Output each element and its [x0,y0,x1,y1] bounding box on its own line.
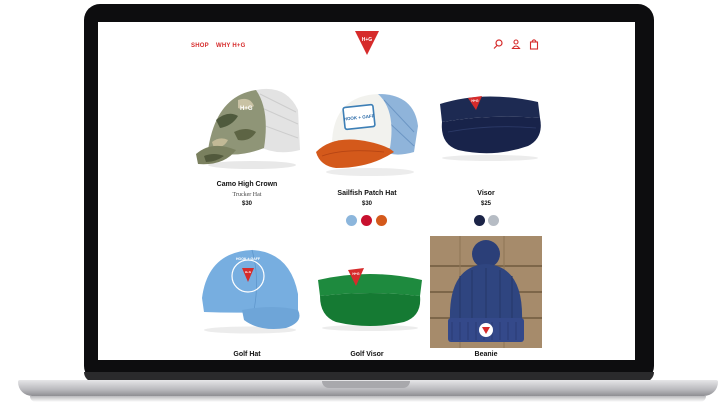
color-swatch-navy[interactable] [474,215,485,226]
color-swatch-light-blue[interactable] [346,215,357,226]
product-name-visor[interactable]: Visor [411,190,561,197]
nav-why-link[interactable]: WHY H+G [216,43,245,49]
product-image-golf-visor[interactable]: H+G [314,260,426,332]
nav-shop-link[interactable]: SHOP [191,43,209,49]
color-swatch-orange[interactable] [376,215,387,226]
account-icon[interactable] [510,38,522,50]
product-name-beanie[interactable]: Beanie [411,351,561,358]
laptop-shadow [30,396,706,402]
svg-text:H+G: H+G [352,272,360,276]
product-price-visor: $25 [480,201,491,207]
laptop-notch [322,381,410,388]
color-swatch-red[interactable] [361,215,372,226]
logo-text: H+G [362,37,373,43]
svg-text:H+G: H+G [240,106,253,112]
brand-logo[interactable]: H+G [355,31,379,55]
product-image-navy-visor[interactable]: H+G [434,88,546,162]
product-image-sailfish-hat[interactable]: HOOK + GAFF [314,86,424,178]
screen: SHOP WHY H+G H+G H+G HOOK + GAFF H+G H+G… [98,22,635,360]
svg-text:H+G: H+G [245,270,252,274]
svg-text:H+G: H+G [471,99,479,103]
product-image-golf-hat[interactable]: H+G HOOK + GAFF [194,248,304,334]
color-swatch-gray[interactable] [488,215,499,226]
svg-text:HOOK + GAFF: HOOK + GAFF [236,257,261,261]
product-image-camo-hat[interactable]: H+G [194,80,302,170]
product-image-beanie[interactable] [430,236,542,348]
cart-icon[interactable] [528,38,540,50]
product-name-camo-high-crown[interactable]: Camo High Crown [172,181,322,188]
search-icon[interactable] [492,38,504,50]
